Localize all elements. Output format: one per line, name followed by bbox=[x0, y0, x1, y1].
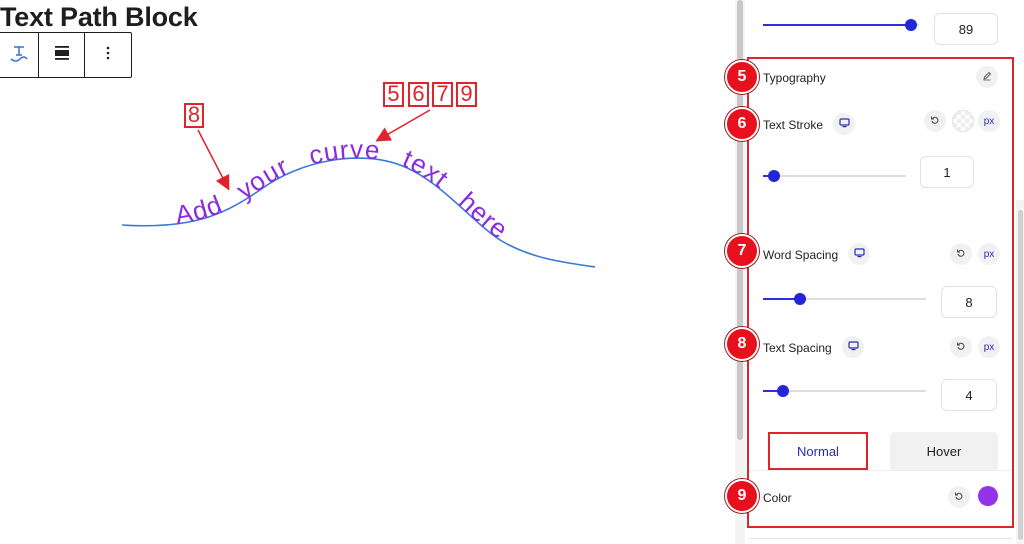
text-spacing-slider[interactable] bbox=[763, 385, 926, 397]
curve-text-path: Add your curve text here bbox=[173, 134, 513, 245]
slider-thumb[interactable] bbox=[905, 19, 918, 31]
word-spacing-slider[interactable] bbox=[763, 293, 926, 305]
reset-icon bbox=[954, 488, 964, 506]
text-stroke-color-picker[interactable] bbox=[952, 110, 974, 132]
step-badge-9: 9 bbox=[725, 479, 759, 513]
typography-edit-button[interactable] bbox=[976, 66, 998, 88]
text-path-preview[interactable]: Add your curve text here bbox=[0, 0, 720, 544]
desktop-icon bbox=[853, 245, 865, 263]
step-badge-5: 5 bbox=[725, 60, 759, 94]
word-spacing-label: Word Spacing bbox=[763, 248, 839, 262]
typography-label: Typography bbox=[763, 71, 826, 85]
text-spacing-label: Text Spacing bbox=[763, 341, 832, 355]
pencil-icon bbox=[982, 68, 992, 86]
annotation-label-7: 7 bbox=[432, 82, 453, 107]
tab-hover[interactable]: Hover bbox=[890, 432, 998, 470]
tab-divider bbox=[749, 470, 1012, 471]
annotation-arrow-group bbox=[375, 109, 431, 142]
color-reset-button[interactable] bbox=[948, 486, 970, 508]
desktop-icon bbox=[847, 338, 859, 356]
reset-icon bbox=[956, 338, 966, 356]
reset-icon bbox=[956, 245, 966, 263]
step-badge-8: 8 bbox=[725, 327, 759, 361]
step-badge-7: 7 bbox=[725, 234, 759, 268]
word-spacing-reset-button[interactable] bbox=[950, 243, 972, 265]
text-spacing-reset-button[interactable] bbox=[950, 336, 972, 358]
annotation-arrow-8 bbox=[197, 129, 230, 191]
text-spacing-responsive-button[interactable] bbox=[842, 336, 864, 358]
color-label: Color bbox=[763, 491, 792, 505]
annotation-label-9: 9 bbox=[456, 82, 477, 107]
step-badge-6: 6 bbox=[725, 107, 759, 141]
text-stroke-reset-button[interactable] bbox=[924, 110, 946, 132]
annotation-label-5: 5 bbox=[383, 82, 404, 107]
slider-thumb[interactable] bbox=[794, 293, 807, 305]
panel-scrollbar-thumb[interactable] bbox=[1018, 210, 1023, 540]
annotation-label-6: 6 bbox=[408, 82, 429, 107]
text-stroke-slider[interactable] bbox=[763, 170, 906, 182]
text-stroke-input[interactable]: 1 bbox=[920, 156, 974, 188]
desktop-icon bbox=[838, 115, 850, 133]
text-stroke-label: Text Stroke bbox=[763, 118, 824, 132]
text-stroke-responsive-button[interactable] bbox=[833, 113, 855, 135]
text-spacing-unit-button[interactable]: px bbox=[978, 336, 1000, 358]
text-stroke-unit-button[interactable]: px bbox=[978, 110, 1000, 132]
word-spacing-unit-button[interactable]: px bbox=[978, 243, 1000, 265]
annotation-label-8: 8 bbox=[184, 103, 204, 128]
top-range-input[interactable]: 89 bbox=[934, 13, 998, 45]
tab-normal[interactable]: Normal bbox=[768, 432, 868, 470]
slider-thumb[interactable] bbox=[776, 385, 789, 397]
word-spacing-input[interactable]: 8 bbox=[941, 286, 997, 318]
section-divider bbox=[749, 538, 1012, 539]
color-swatch[interactable] bbox=[978, 486, 998, 506]
text-spacing-input[interactable]: 4 bbox=[941, 379, 997, 411]
curve-text[interactable]: Add your curve text here bbox=[173, 134, 514, 245]
top-range-slider[interactable] bbox=[763, 19, 919, 31]
word-spacing-responsive-button[interactable] bbox=[848, 243, 870, 265]
reset-icon bbox=[930, 112, 940, 130]
slider-thumb[interactable] bbox=[768, 170, 781, 182]
